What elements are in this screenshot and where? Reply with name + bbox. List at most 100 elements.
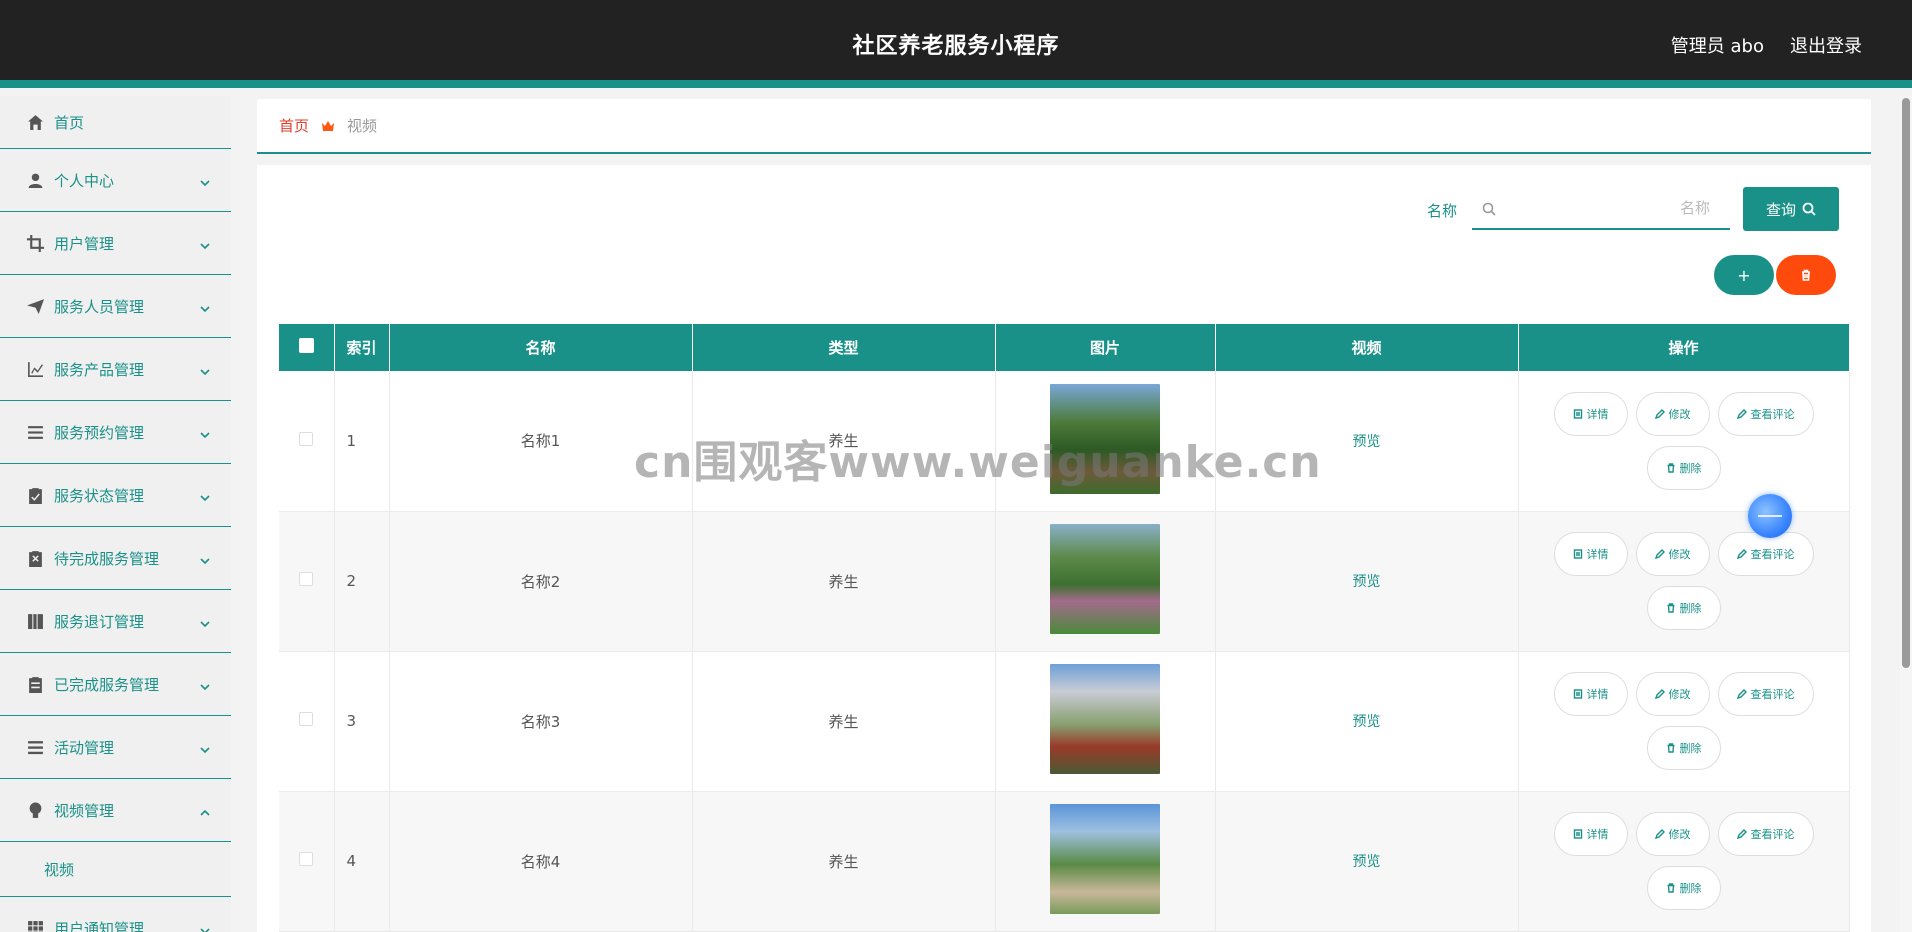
sidebar-item-product-management[interactable]: 服务产品管理 (0, 338, 231, 401)
chevron-down-icon (199, 489, 211, 502)
sidebar-item-booking-management[interactable]: 服务预约管理 (0, 401, 231, 464)
sidebar-item-label: 服务人员管理 (54, 297, 145, 316)
cell-name: 名称2 (389, 511, 693, 652)
trash-icon (1667, 463, 1674, 473)
detail-button[interactable]: 详情 (1553, 391, 1628, 436)
cell-name: 名称1 (389, 371, 693, 512)
edit-button[interactable]: 修改 (1635, 391, 1710, 436)
row-checkbox[interactable] (299, 852, 314, 866)
doc-icon (1573, 689, 1582, 699)
sidebar-item-label: 服务产品管理 (54, 360, 145, 379)
sidebar-item-video-management[interactable]: 视频管理 (0, 779, 231, 842)
sidebar-item-label: 活动管理 (54, 738, 115, 757)
batch-delete-button[interactable] (1776, 255, 1836, 295)
sidebar-item-label: 个人中心 (54, 171, 115, 190)
cell-type: 养生 (692, 371, 996, 512)
breadcrumb-home[interactable]: 首页 (279, 115, 309, 136)
sidebar-item-unsubscribe-management[interactable]: 服务退订管理 (0, 590, 231, 653)
sidebar-item-user-management[interactable]: 用户管理 (0, 212, 231, 275)
edit-button[interactable]: 修改 (1635, 812, 1710, 856)
video-preview-link[interactable]: 预览 (1353, 714, 1381, 730)
sidebar-item-label: 服务状态管理 (54, 486, 145, 505)
view-comments-label: 查看评论 (1750, 828, 1795, 841)
cell-name: 名称4 (389, 791, 693, 932)
floating-assistant-button[interactable] (1748, 494, 1792, 538)
edit-icon (1654, 408, 1665, 419)
detail-label: 详情 (1586, 688, 1609, 701)
view-comments-button[interactable]: 查看评论 (1717, 812, 1814, 856)
row-checkbox[interactable] (299, 712, 314, 726)
trash-icon (1667, 883, 1674, 893)
delete-label: 删除 (1679, 602, 1702, 615)
delete-label: 删除 (1679, 461, 1702, 475)
video-preview-link[interactable]: 预览 (1353, 574, 1381, 590)
video-preview-link[interactable]: 预览 (1353, 434, 1381, 450)
thumbnail-image[interactable] (1050, 804, 1160, 914)
edit-button[interactable]: 修改 (1635, 532, 1710, 576)
chevron-down-icon (199, 300, 211, 313)
sidebar-item-status-management[interactable]: 服务状态管理 (0, 464, 231, 527)
chevron-down-icon (199, 741, 211, 754)
detail-button[interactable]: 详情 (1553, 812, 1628, 856)
chevron-up-icon (199, 804, 211, 816)
sidebar-item-activity-management[interactable]: 活动管理 (0, 716, 231, 779)
view-comments-button[interactable]: 查看评论 (1717, 672, 1814, 716)
chevron-down-icon (199, 174, 211, 187)
clipboard-check-icon (26, 486, 44, 504)
delete-label: 删除 (1679, 742, 1702, 755)
chevron-down-icon (199, 426, 211, 439)
edit-label: 修改 (1668, 828, 1691, 841)
view-comments-button[interactable]: 查看评论 (1717, 532, 1814, 576)
query-button[interactable]: 查询 (1743, 187, 1839, 231)
detail-button[interactable]: 详情 (1553, 672, 1628, 716)
sidebar-item-pending-management[interactable]: 待完成服务管理 (0, 527, 231, 590)
chevron-down-icon (199, 678, 211, 691)
column-header-video: 视频 (1215, 324, 1519, 371)
edit-button[interactable]: 修改 (1635, 672, 1710, 716)
sidebar-item-personal-center[interactable]: 个人中心 (0, 149, 231, 212)
delete-button[interactable]: 删除 (1646, 586, 1721, 630)
delete-button[interactable]: 删除 (1646, 866, 1721, 910)
view-comments-button[interactable]: 查看评论 (1717, 391, 1814, 436)
thumbnail-image[interactable] (1050, 383, 1160, 494)
chevron-down-icon (199, 615, 211, 628)
delete-button[interactable]: 删除 (1646, 726, 1721, 770)
trash-icon (1667, 603, 1674, 613)
add-button[interactable]: + (1714, 255, 1774, 295)
trash-icon (1667, 743, 1674, 753)
cell-index: 4 (334, 791, 390, 932)
sidebar-item-home[interactable]: 首页 (0, 96, 231, 149)
search-label: 名称 (1427, 202, 1458, 220)
user-icon (26, 171, 44, 189)
detail-label: 详情 (1586, 548, 1609, 561)
detail-button[interactable]: 详情 (1553, 532, 1628, 576)
bulb-icon (26, 801, 44, 819)
sidebar-item-staff-management[interactable]: 服务人员管理 (0, 275, 231, 338)
row-actions: 详情 修改 查看评论 删除 (1534, 672, 1834, 770)
delete-button[interactable]: 删除 (1646, 445, 1721, 490)
list-icon (26, 423, 44, 441)
crown-separator-icon (321, 119, 335, 133)
video-preview-link[interactable]: 预览 (1353, 854, 1381, 870)
sidebar-item-label: 已完成服务管理 (54, 675, 160, 694)
select-all-cell[interactable] (279, 324, 335, 371)
view-comments-label: 查看评论 (1750, 407, 1795, 421)
select-all-checkbox[interactable] (298, 338, 314, 353)
app-title: 社区养老服务小程序 (852, 34, 1060, 59)
row-checkbox[interactable] (299, 572, 314, 586)
thumbnail-image[interactable] (1050, 524, 1160, 634)
thumbnail-image[interactable] (1050, 664, 1160, 774)
scrollbar-thumb[interactable] (1902, 98, 1910, 668)
edit-icon (1654, 689, 1665, 699)
sidebar-item-completed-management[interactable]: 已完成服务管理 (0, 653, 231, 716)
detail-label: 详情 (1586, 828, 1609, 841)
logout-link[interactable]: 退出登录 (1790, 32, 1862, 58)
sidebar-item-label: 用户管理 (54, 234, 115, 253)
row-checkbox[interactable] (299, 431, 314, 446)
sidebar-subitem-video[interactable]: 视频 (0, 842, 231, 897)
trash-icon (1802, 269, 1810, 281)
page-scrollbar[interactable] (1900, 96, 1912, 932)
search-input[interactable] (1502, 187, 1722, 228)
sidebar-item-notice-management[interactable]: 用户通知管理 (0, 897, 231, 932)
cell-type: 养生 (692, 791, 996, 932)
